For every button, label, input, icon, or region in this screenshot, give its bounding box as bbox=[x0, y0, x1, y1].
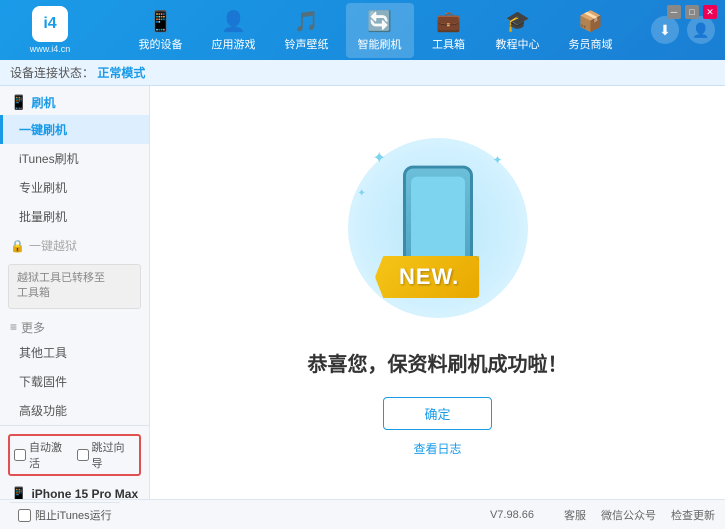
lock-icon: 🔒 bbox=[10, 239, 25, 253]
mode-value: 正常模式 bbox=[97, 66, 145, 80]
device-section: 自动激活 跳过向导 📱 iPhone 15 Pro Max 512GB iPho… bbox=[0, 425, 149, 499]
service-icon: 📦 bbox=[578, 9, 603, 34]
tutorial-icon: 🎓 bbox=[505, 9, 530, 34]
auto-activate-label: 自动激活 bbox=[29, 439, 73, 471]
link-customer-service[interactable]: 客服 bbox=[564, 507, 586, 523]
nav-bar: 📱 我的设备 👤 应用游戏 🎵 铃声壁纸 🔄 智能刷机 💼 工具箱 🎓 教程中心… bbox=[100, 3, 651, 58]
sidebar-item-pro-flash[interactable]: 专业刷机 bbox=[0, 173, 149, 202]
device-icon-row: 📱 iPhone 15 Pro Max bbox=[10, 486, 139, 499]
device-info: 📱 iPhone 15 Pro Max 512GB iPhone bbox=[8, 482, 141, 499]
logo-icon: i4 bbox=[32, 6, 68, 42]
sparkle-icon-2: ✦ bbox=[492, 153, 502, 167]
header-right: ⬇ 👤 bbox=[651, 16, 715, 44]
sidebar: 📱 刷机 一键刷机 iTunes刷机 专业刷机 批量刷机 🔒 一键越狱 越狱工具… bbox=[0, 86, 150, 499]
smart-flash-icon: 🔄 bbox=[367, 9, 392, 34]
header: i4 www.i4.cn 📱 我的设备 👤 应用游戏 🎵 铃声壁纸 🔄 智能刷机… bbox=[0, 0, 725, 60]
sparkle-icon-1: ✦ bbox=[373, 148, 386, 168]
nav-tutorial[interactable]: 🎓 教程中心 bbox=[484, 3, 552, 58]
nav-toolbox[interactable]: 💼 工具箱 bbox=[419, 3, 479, 58]
ringtones-icon: 🎵 bbox=[294, 9, 319, 34]
flash-section-label: 刷机 bbox=[31, 94, 55, 111]
itunes-label: 阻止iTunes运行 bbox=[35, 507, 112, 523]
sidebar-item-one-click-flash[interactable]: 一键刷机 bbox=[0, 115, 149, 144]
log-link[interactable]: 查看日志 bbox=[413, 440, 461, 457]
nav-my-device[interactable]: 📱 我的设备 bbox=[127, 3, 195, 58]
guide-skip-input[interactable] bbox=[77, 449, 89, 461]
download-button[interactable]: ⬇ bbox=[651, 16, 679, 44]
sparkle-icon-3: ✦ bbox=[358, 188, 366, 199]
more-icon: ≡ bbox=[10, 320, 17, 334]
auto-activate-checkbox[interactable]: 自动激活 bbox=[14, 439, 73, 471]
apps-label: 应用游戏 bbox=[212, 36, 256, 52]
link-wechat[interactable]: 微信公众号 bbox=[601, 507, 656, 523]
bottom-bar: 阻止iTunes运行 V7.98.66 客服 微信公众号 检查更新 bbox=[0, 499, 725, 529]
sidebar-section-more: ≡ 更多 bbox=[0, 313, 149, 338]
success-text: 恭喜您，保资料刷机成功啦！ bbox=[308, 348, 568, 377]
mode-prefix: 设备连接状态： bbox=[10, 66, 94, 80]
device-name: iPhone 15 Pro Max bbox=[31, 487, 138, 499]
maximize-button[interactable]: □ bbox=[685, 5, 699, 19]
itunes-row: 阻止iTunes运行 bbox=[10, 502, 120, 527]
link-check-update[interactable]: 检查更新 bbox=[671, 507, 715, 523]
sidebar-section-restore: 🔒 一键越狱 bbox=[0, 231, 149, 260]
sidebar-item-batch-flash[interactable]: 批量刷机 bbox=[0, 202, 149, 231]
new-badge: NEW. bbox=[375, 256, 479, 298]
sidebar-section-flash: 📱 刷机 bbox=[0, 86, 149, 115]
close-button[interactable]: ✕ bbox=[703, 5, 717, 19]
restore-label: 一键越狱 bbox=[29, 237, 77, 254]
auto-activate-row: 自动激活 跳过向导 bbox=[8, 434, 141, 476]
nav-apps[interactable]: 👤 应用游戏 bbox=[200, 3, 268, 58]
logo-area: i4 www.i4.cn bbox=[10, 6, 90, 54]
apps-icon: 👤 bbox=[221, 9, 246, 34]
smart-flash-label: 智能刷机 bbox=[358, 36, 402, 52]
user-button[interactable]: 👤 bbox=[687, 16, 715, 44]
content-area: ✦ ✦ ✦ NEW. 恭喜您，保资料刷机成功啦！ 确定 查看日志 bbox=[150, 86, 725, 499]
my-device-icon: 📱 bbox=[148, 9, 173, 34]
phone-illustration: ✦ ✦ ✦ NEW. bbox=[338, 128, 538, 328]
minimize-button[interactable]: ─ bbox=[667, 5, 681, 19]
ringtones-label: 铃声壁纸 bbox=[285, 36, 329, 52]
itunes-checkbox[interactable] bbox=[18, 509, 31, 522]
nav-ringtones[interactable]: 🎵 铃声壁纸 bbox=[273, 3, 341, 58]
auto-activate-input[interactable] bbox=[14, 449, 26, 461]
sidebar-item-download-firmware[interactable]: 下载固件 bbox=[0, 367, 149, 396]
toolbox-icon: 💼 bbox=[436, 9, 461, 34]
guide-skip-label: 跳过向导 bbox=[92, 439, 136, 471]
sidebar-item-advanced[interactable]: 高级功能 bbox=[0, 396, 149, 425]
toolbox-label: 工具箱 bbox=[432, 36, 465, 52]
sidebar-item-itunes-flash[interactable]: iTunes刷机 bbox=[0, 144, 149, 173]
guide-skip-checkbox[interactable]: 跳过向导 bbox=[77, 439, 136, 471]
version-label: V7.98.66 bbox=[490, 509, 534, 521]
notice-box: 越狱工具已转移至工具箱 bbox=[8, 264, 141, 309]
nav-smart-flash[interactable]: 🔄 智能刷机 bbox=[346, 3, 414, 58]
sidebar-item-other-tools[interactable]: 其他工具 bbox=[0, 338, 149, 367]
more-label: 更多 bbox=[21, 319, 45, 336]
logo-subtitle: www.i4.cn bbox=[30, 44, 71, 54]
confirm-button[interactable]: 确定 bbox=[383, 397, 491, 430]
device-phone-icon: 📱 bbox=[10, 486, 27, 499]
tutorial-label: 教程中心 bbox=[496, 36, 540, 52]
mode-bar: 设备连接状态： 正常模式 bbox=[0, 60, 725, 86]
main-layout: 📱 刷机 一键刷机 iTunes刷机 专业刷机 批量刷机 🔒 一键越狱 越狱工具… bbox=[0, 86, 725, 499]
my-device-label: 我的设备 bbox=[139, 36, 183, 52]
service-label: 务员商域 bbox=[569, 36, 613, 52]
flash-section-icon: 📱 bbox=[10, 94, 27, 111]
notice-text: 越狱工具已转移至工具箱 bbox=[17, 272, 105, 299]
window-controls: ─ □ ✕ bbox=[667, 5, 717, 19]
nav-service[interactable]: 📦 务员商域 bbox=[557, 3, 625, 58]
bottom-links: 客服 微信公众号 检查更新 bbox=[564, 507, 715, 523]
